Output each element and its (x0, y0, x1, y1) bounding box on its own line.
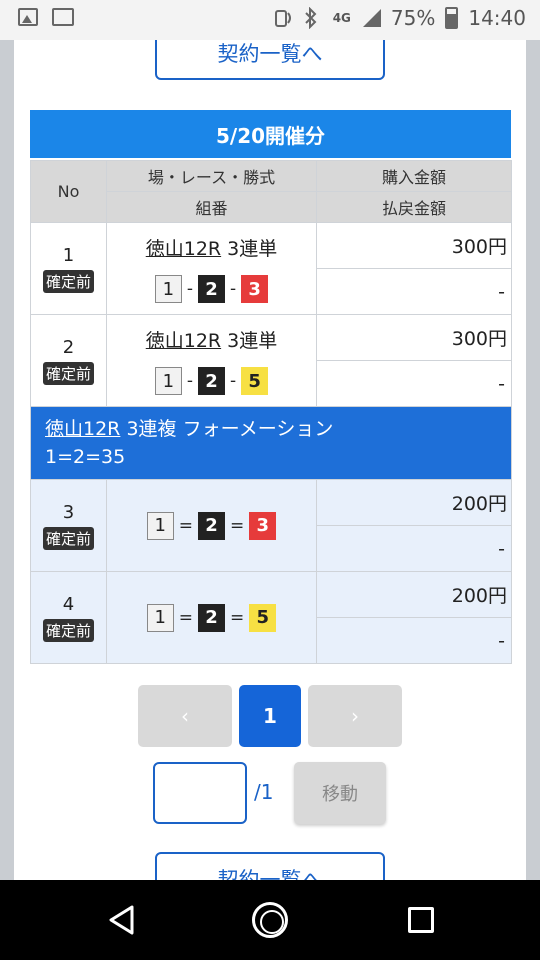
separator: = (178, 515, 193, 536)
previous-page-button[interactable]: ‹ (138, 685, 232, 747)
boat-number-5: 5 (241, 367, 269, 395)
separator: = (230, 515, 245, 536)
current-page-button[interactable]: 1 (239, 685, 301, 747)
column-header-payout: 払戻金額 (316, 191, 512, 223)
nfc-icon (273, 7, 293, 29)
separator: - (230, 371, 237, 391)
combination-cell: 徳山12R 3連単 1 - 2 - 3 (106, 222, 317, 315)
status-bar: 4G 75% 14:40 (0, 0, 540, 40)
table-row: 1 確定前 徳山12R 3連単 1 - 2 - 3 300円 (30, 222, 512, 315)
separator: - (186, 371, 193, 391)
combination-cell: 徳山12R 3連単 1 - 2 - 5 (106, 314, 317, 407)
formation-race-link[interactable]: 徳山12R (45, 418, 120, 440)
image-notification-icon (18, 8, 38, 26)
separator: - (230, 279, 237, 299)
boat-number-2: 2 (198, 511, 225, 540)
day-header: 5/20開催分 (30, 110, 511, 158)
formation-combo: 1=2=35 (45, 446, 126, 468)
column-header-race: 場・レース・勝式 (106, 160, 317, 192)
page-number-input[interactable] (153, 762, 247, 824)
column-header-purchase: 購入金額 (316, 160, 512, 192)
payout-amount: - (316, 360, 512, 407)
move-page-button[interactable]: 移動 (294, 762, 386, 824)
race-link[interactable]: 徳山12R (146, 238, 221, 260)
payout-amount: - (316, 268, 512, 315)
row-number: 2 (62, 336, 75, 358)
network-type: 4G (332, 11, 351, 25)
boat-number-1: 1 (154, 367, 182, 395)
separator: = (178, 607, 193, 628)
combination-numbers: 1 - 2 - 5 (107, 367, 316, 395)
back-icon[interactable] (107, 904, 135, 940)
formation-label: 3連複 フォーメーション (126, 418, 334, 440)
signal-icon (361, 7, 381, 29)
home-icon[interactable] (252, 902, 288, 938)
purchase-amount: 300円 (316, 222, 512, 269)
row-number-cell: 1 確定前 (30, 222, 107, 315)
row-number: 1 (62, 244, 75, 266)
bet-type: 3連単 (227, 238, 278, 260)
status-badge: 確定前 (42, 526, 94, 550)
payout-amount: - (316, 617, 512, 664)
row-number-cell: 4 確定前 (30, 571, 107, 664)
bets-table: No 場・レース・勝式 購入金額 組番 払戻金額 1 確定前 徳山12R 3連単… (30, 160, 512, 664)
purchase-amount: 200円 (316, 479, 512, 526)
recent-apps-icon[interactable] (408, 907, 434, 933)
combination-numbers: 1 = 2 = 3 (107, 511, 316, 540)
clock: 14:40 (468, 6, 526, 30)
table-row: 3 確定前 1 = 2 = 3 200円 (30, 479, 512, 572)
purchase-amount: 300円 (316, 314, 512, 361)
contract-detail-panel: 契約一覧へ 5/20開催分 No 場・レース・勝式 購入金額 組番 払戻金額 1… (14, 40, 526, 880)
bet-type: 3連単 (227, 330, 278, 352)
mail-notification-icon (52, 8, 74, 26)
boat-number-2: 2 (198, 603, 225, 632)
status-badge: 確定前 (42, 269, 94, 293)
payout-amount: - (316, 525, 512, 572)
race-link[interactable]: 徳山12R (146, 330, 221, 352)
combination-cell: 1 = 2 = 3 (106, 479, 317, 572)
combination-numbers: 1 - 2 - 3 (107, 275, 316, 303)
navigation-bar (0, 880, 540, 960)
contract-list-button-top[interactable]: 契約一覧へ (155, 40, 385, 80)
table-row: 2 確定前 徳山12R 3連単 1 - 2 - 5 300円 (30, 314, 512, 407)
row-number: 4 (62, 593, 75, 615)
table-row: 4 確定前 1 = 2 = 5 200円 (30, 571, 512, 664)
combination-cell: 1 = 2 = 5 (106, 571, 317, 664)
formation-header: 徳山12R 3連複 フォーメーション 1=2=35 (30, 406, 512, 480)
boat-number-1: 1 (146, 511, 174, 540)
battery-icon (445, 7, 459, 29)
boat-number-1: 1 (154, 275, 182, 303)
status-badge: 確定前 (42, 361, 94, 385)
row-number: 3 (62, 501, 75, 523)
background-page-left (0, 40, 14, 880)
combination-numbers: 1 = 2 = 5 (107, 603, 316, 632)
battery-percent: 75% (390, 6, 436, 30)
boat-number-1: 1 (146, 603, 174, 632)
page-total: /1 (254, 780, 274, 804)
row-number-cell: 3 確定前 (30, 479, 107, 572)
purchase-amount: 200円 (316, 571, 512, 618)
boat-number-3: 3 (241, 275, 269, 303)
column-header-no: No (30, 160, 107, 223)
row-number-cell: 2 確定前 (30, 314, 107, 407)
boat-number-5: 5 (249, 603, 277, 632)
bluetooth-icon (303, 6, 323, 30)
separator: = (230, 607, 245, 628)
boat-number-3: 3 (249, 511, 277, 540)
background-page-right (526, 40, 540, 880)
status-badge: 確定前 (42, 618, 94, 642)
boat-number-2: 2 (198, 275, 225, 303)
separator: - (186, 279, 193, 299)
column-header-combination: 組番 (106, 191, 317, 223)
boat-number-2: 2 (198, 367, 225, 395)
next-page-button[interactable]: › (308, 685, 402, 747)
contract-list-button-bottom[interactable]: 契約一覧へ (155, 852, 385, 880)
